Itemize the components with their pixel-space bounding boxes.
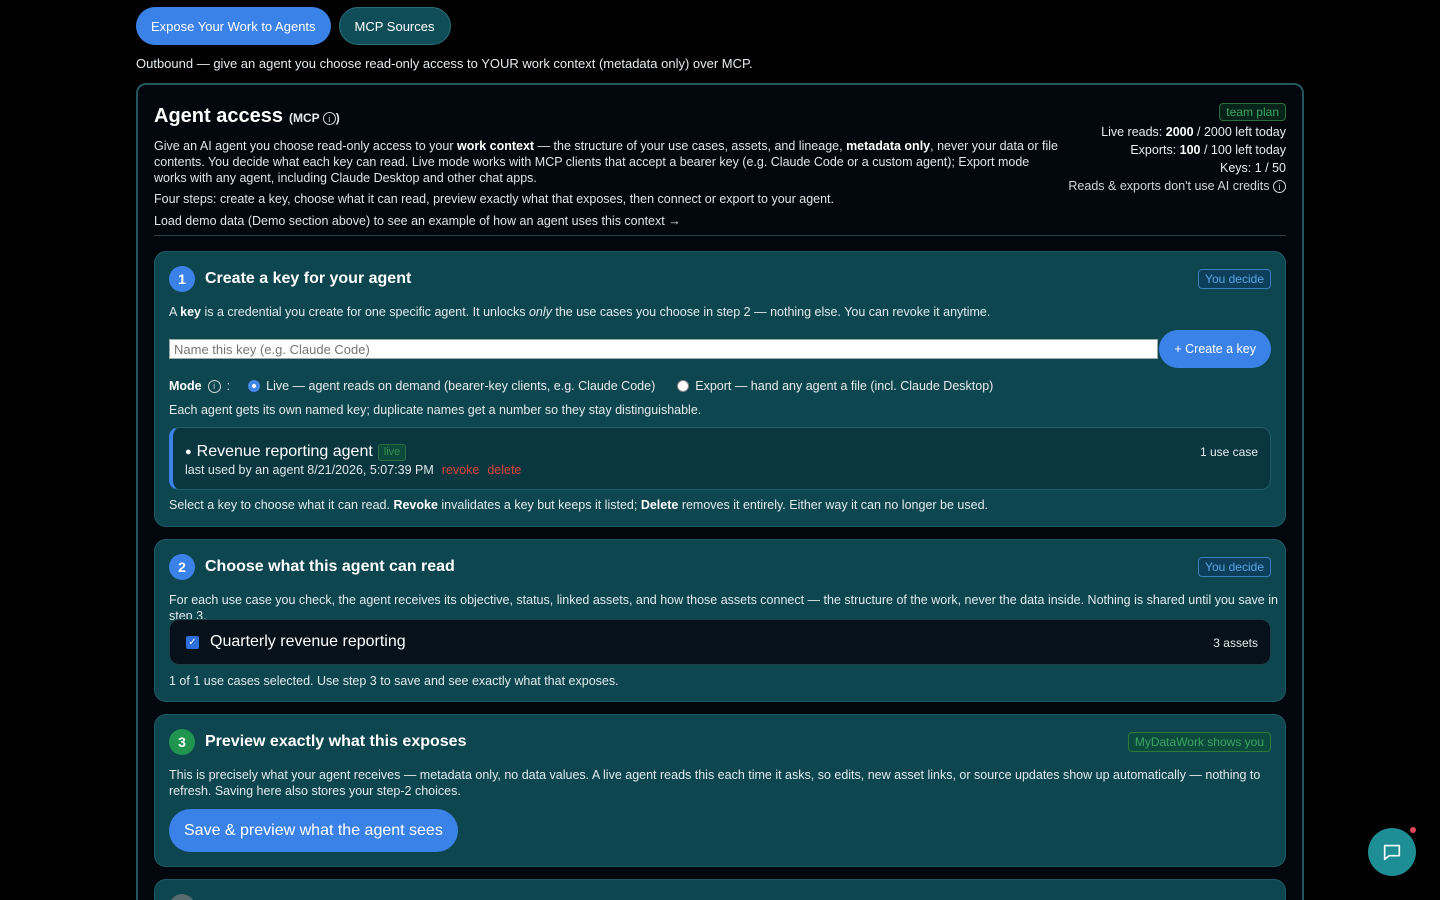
page-subtitle: Outbound — give an agent you choose read… [136, 56, 753, 71]
step-description: This is precisely what your agent receiv… [169, 768, 1261, 798]
chat-icon [1383, 844, 1401, 861]
step-title: Create a key for your agent [205, 270, 412, 287]
mode-export-label[interactable]: Export — hand any agent a file (incl. Cl… [695, 379, 993, 393]
step-2-panel: 2 Choose what this agent can read You de… [154, 539, 1286, 702]
divider [154, 235, 1286, 236]
mode-live-radio[interactable] [248, 380, 261, 392]
use-case-name: Quarterly revenue reporting [210, 633, 406, 650]
use-case-checkbox[interactable]: ✓ [186, 636, 199, 649]
mode-export-radio[interactable] [677, 380, 690, 392]
duplicate-note: Each agent gets its own named key; dupli… [169, 403, 702, 417]
step-4-panel [154, 879, 1286, 900]
step-title: Choose what this agent can read [205, 558, 455, 575]
info-icon[interactable]: i [1273, 180, 1286, 194]
step-number [169, 894, 195, 900]
page-title: Agent access (MCP i) [154, 105, 1064, 128]
step-tag: You decide [1198, 269, 1271, 289]
chat-button[interactable] [1368, 828, 1416, 876]
demo-hint-link[interactable]: Load demo data (Demo section above) to s… [154, 214, 1064, 228]
info-icon[interactable]: i [207, 379, 221, 393]
mode-selector: Mode i: Live — agent reads on demand (be… [169, 379, 994, 393]
step-description: A key is a credential you create for one… [169, 305, 991, 319]
quota-panel: team plan Live reads: 2000 / 2000 left t… [1068, 103, 1286, 195]
step-tag: You decide [1198, 557, 1271, 577]
mode-live-label[interactable]: Live — agent reads on demand (bearer-key… [266, 379, 655, 393]
exports-quota: Exports: 100 / 100 left today [1130, 143, 1286, 157]
key-card-revenue[interactable]: ● Revenue reporting agent live last used… [169, 427, 1271, 490]
status-badge: live [377, 443, 407, 461]
intro-text: Give an AI agent you choose read-only ac… [154, 139, 1058, 185]
credits-note: Reads & exports don't use AI credits i [1068, 177, 1286, 195]
step-tag: MyDataWork shows you [1127, 732, 1271, 752]
agent-access-header: Agent access (MCP i) Give an AI agent yo… [154, 105, 1064, 228]
tab-expose-work[interactable]: Expose Your Work to Agents [136, 7, 331, 45]
mode-label: Mode [169, 379, 202, 393]
steps-summary: Four steps: create a key, choose what it… [154, 192, 834, 206]
create-key-button[interactable]: + Create a key [1159, 330, 1271, 368]
selection-summary: 1 of 1 use cases selected. Use step 3 to… [169, 674, 619, 688]
step-number: 1 [169, 266, 195, 292]
keys-quota: Keys: 1 / 50 [1219, 161, 1286, 175]
plan-badge: team plan [1219, 103, 1286, 121]
key-use-case-count: 1 use case [1199, 445, 1258, 459]
live-reads-quota: Live reads: 2000 / 2000 left today [1101, 125, 1286, 139]
step-3-panel: 3 Preview exactly what this exposes MyDa… [154, 714, 1286, 867]
info-icon[interactable]: i [322, 112, 336, 126]
step-number: 3 [169, 729, 195, 755]
title-text: Agent access [154, 105, 283, 127]
key-last-used: last used by an agent 8/21/2026, 5:07:39… [185, 463, 434, 477]
delete-link[interactable]: delete [487, 463, 521, 477]
agent-access-panel: Agent access (MCP i) Give an AI agent yo… [136, 83, 1304, 900]
title-suffix: (MCP i) [288, 111, 340, 126]
key-footer-note: Select a key to choose what it can read.… [169, 498, 988, 512]
step-1-panel: 1 Create a key for your agent You decide… [154, 251, 1286, 527]
step-title: Preview exactly what this exposes [205, 733, 467, 750]
key-meta: last used by an agent 8/21/2026, 5:07:39… [185, 463, 521, 477]
key-name-input[interactable] [169, 339, 1158, 359]
notification-dot [1410, 827, 1416, 833]
use-case-row[interactable]: ✓ Quarterly revenue reporting 3 assets [169, 619, 1271, 665]
key-bullet: ● [185, 446, 192, 458]
use-case-asset-count: 3 assets [1213, 636, 1258, 650]
revoke-link[interactable]: revoke [442, 463, 480, 477]
key-name: ● Revenue reporting agent live [185, 443, 407, 461]
tab-mcp-sources[interactable]: MCP Sources [338, 7, 451, 45]
save-preview-button[interactable]: Save & preview what the agent sees [169, 809, 458, 852]
top-tabs: Expose Your Work to Agents MCP Sources [136, 7, 451, 45]
step-number: 2 [169, 554, 195, 580]
